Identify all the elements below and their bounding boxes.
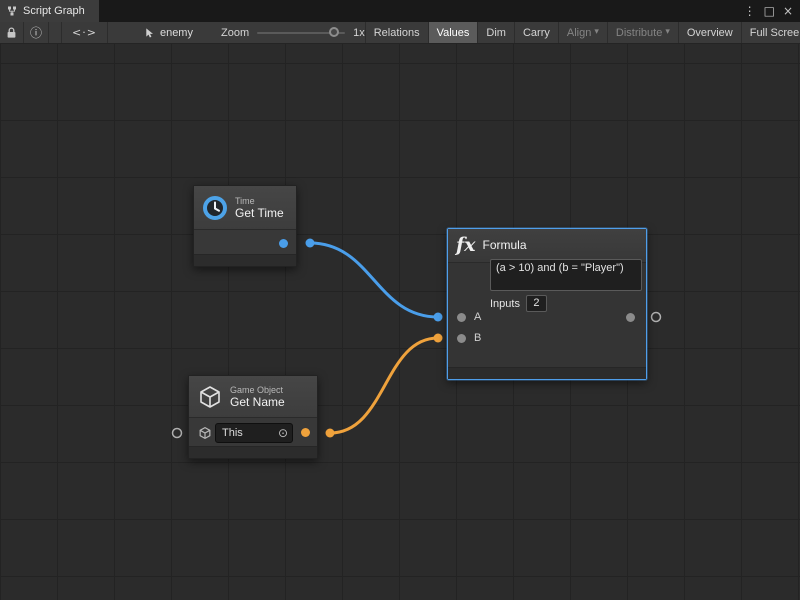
toolbar: ⓘ <·> enemy Zoom 1x Relations Values Dim… [0, 22, 800, 44]
get-time-header: Time Get Time [194, 186, 296, 230]
get-name-flow-unconnected-port[interactable] [173, 429, 182, 438]
get-name-titles: Game Object Get Name [230, 385, 285, 409]
node-category: Game Object [230, 385, 285, 396]
toolbar-spacer [49, 22, 62, 43]
connections-layer [0, 44, 800, 600]
node-footer [448, 367, 646, 379]
toolbar-button-group: Relations Values Dim Carry Align ▾ Distr… [365, 22, 800, 43]
carry-button[interactable]: Carry [514, 22, 558, 43]
info-icon: ⓘ [30, 24, 42, 41]
zoom-label: Zoom [221, 27, 249, 39]
relations-label: Relations [374, 27, 420, 39]
values-button[interactable]: Values [428, 22, 478, 43]
chevron-down-icon: ▾ [594, 28, 599, 37]
dim-button[interactable]: Dim [477, 22, 514, 43]
graph-canvas[interactable]: Time Get Time fx Formula (a > 10) and (b… [0, 44, 800, 600]
wire-endpoint-dot [434, 334, 443, 343]
graph-breadcrumb[interactable]: enemy [144, 22, 193, 43]
overview-button[interactable]: Overview [678, 22, 741, 43]
formula-input-b-port[interactable] [457, 334, 466, 343]
node-formula[interactable]: fx Formula (a > 10) and (b = "Player") I… [447, 228, 647, 380]
zoom-slider[interactable] [257, 32, 345, 34]
distribute-label: Distribute [616, 27, 662, 39]
node-title: Get Name [230, 396, 285, 409]
zoom-value: 1x [353, 27, 365, 39]
formula-output-port[interactable] [626, 313, 635, 322]
graph-pointer-icon [144, 27, 155, 39]
get-name-header: Game Object Get Name [189, 376, 317, 418]
info-button[interactable]: ⓘ [24, 22, 49, 43]
node-title: Get Time [235, 207, 284, 220]
connection-get-time-to-formula-a[interactable] [310, 243, 438, 317]
node-footer [189, 446, 317, 458]
relations-button[interactable]: Relations [365, 22, 428, 43]
node-get-time[interactable]: Time Get Time [193, 185, 297, 267]
titlebar: Script Graph ⋮ □ × [0, 0, 800, 22]
get-name-output-port[interactable] [301, 428, 310, 437]
align-label: Align [567, 27, 591, 39]
formula-expression-input[interactable]: (a > 10) and (b = "Player") [490, 259, 642, 291]
get-time-titles: Time Get Time [235, 196, 284, 220]
chevron-down-icon: ▾ [665, 28, 670, 37]
zoom-slider-handle[interactable] [329, 27, 339, 37]
kebab-menu-icon[interactable]: ⋮ [744, 5, 756, 17]
tab-script-graph[interactable]: Script Graph [0, 0, 99, 22]
carry-label: Carry [523, 27, 550, 39]
zoom-control: Zoom 1x [221, 22, 365, 43]
lock-button[interactable] [0, 22, 24, 43]
close-icon[interactable]: × [783, 5, 793, 17]
lock-icon [6, 27, 17, 39]
connection-get-name-to-formula-b[interactable] [330, 338, 438, 433]
graph-name-label: enemy [160, 27, 193, 39]
input-a-label: A [474, 308, 481, 327]
align-button[interactable]: Align ▾ [558, 22, 607, 43]
maximize-icon[interactable]: □ [764, 5, 775, 17]
node-category: Time [235, 196, 284, 207]
formula-fx-icon: fx [456, 236, 476, 255]
overview-label: Overview [687, 27, 733, 39]
titlebar-actions: ⋮ □ × [744, 0, 800, 22]
fullscreen-label: Full Screen [750, 27, 800, 39]
code-view-button[interactable]: <·> [62, 22, 108, 43]
formula-header: fx Formula [448, 229, 646, 263]
cube-icon [197, 384, 223, 410]
input-b-label: B [474, 329, 481, 348]
wire-endpoint-dot [306, 239, 315, 248]
get-time-output-port[interactable] [279, 239, 288, 248]
formula-result-unconnected-port[interactable] [652, 313, 661, 322]
wire-endpoint-dot [434, 313, 443, 322]
target-picker-icon[interactable]: ⊙ [278, 427, 288, 439]
code-icon: <·> [72, 26, 97, 39]
node-footer [194, 254, 296, 266]
game-object-mini-cube-icon [198, 426, 212, 440]
distribute-button[interactable]: Distribute ▾ [607, 22, 678, 43]
tab-title: Script Graph [23, 5, 85, 17]
dim-label: Dim [486, 27, 506, 39]
fullscreen-button[interactable]: Full Screen [741, 22, 800, 43]
graph-icon [6, 5, 18, 17]
formula-row-a: A [448, 308, 646, 329]
formula-row-b: B [448, 329, 646, 350]
get-name-target-dropdown[interactable]: This ⊙ [215, 423, 293, 443]
values-label: Values [437, 27, 470, 39]
clock-icon [202, 195, 228, 221]
node-get-name[interactable]: Game Object Get Name This ⊙ [188, 375, 318, 459]
formula-input-a-port[interactable] [457, 313, 466, 322]
node-title: Formula [483, 239, 527, 252]
target-value: This [222, 427, 278, 439]
wire-endpoint-dot [326, 429, 335, 438]
